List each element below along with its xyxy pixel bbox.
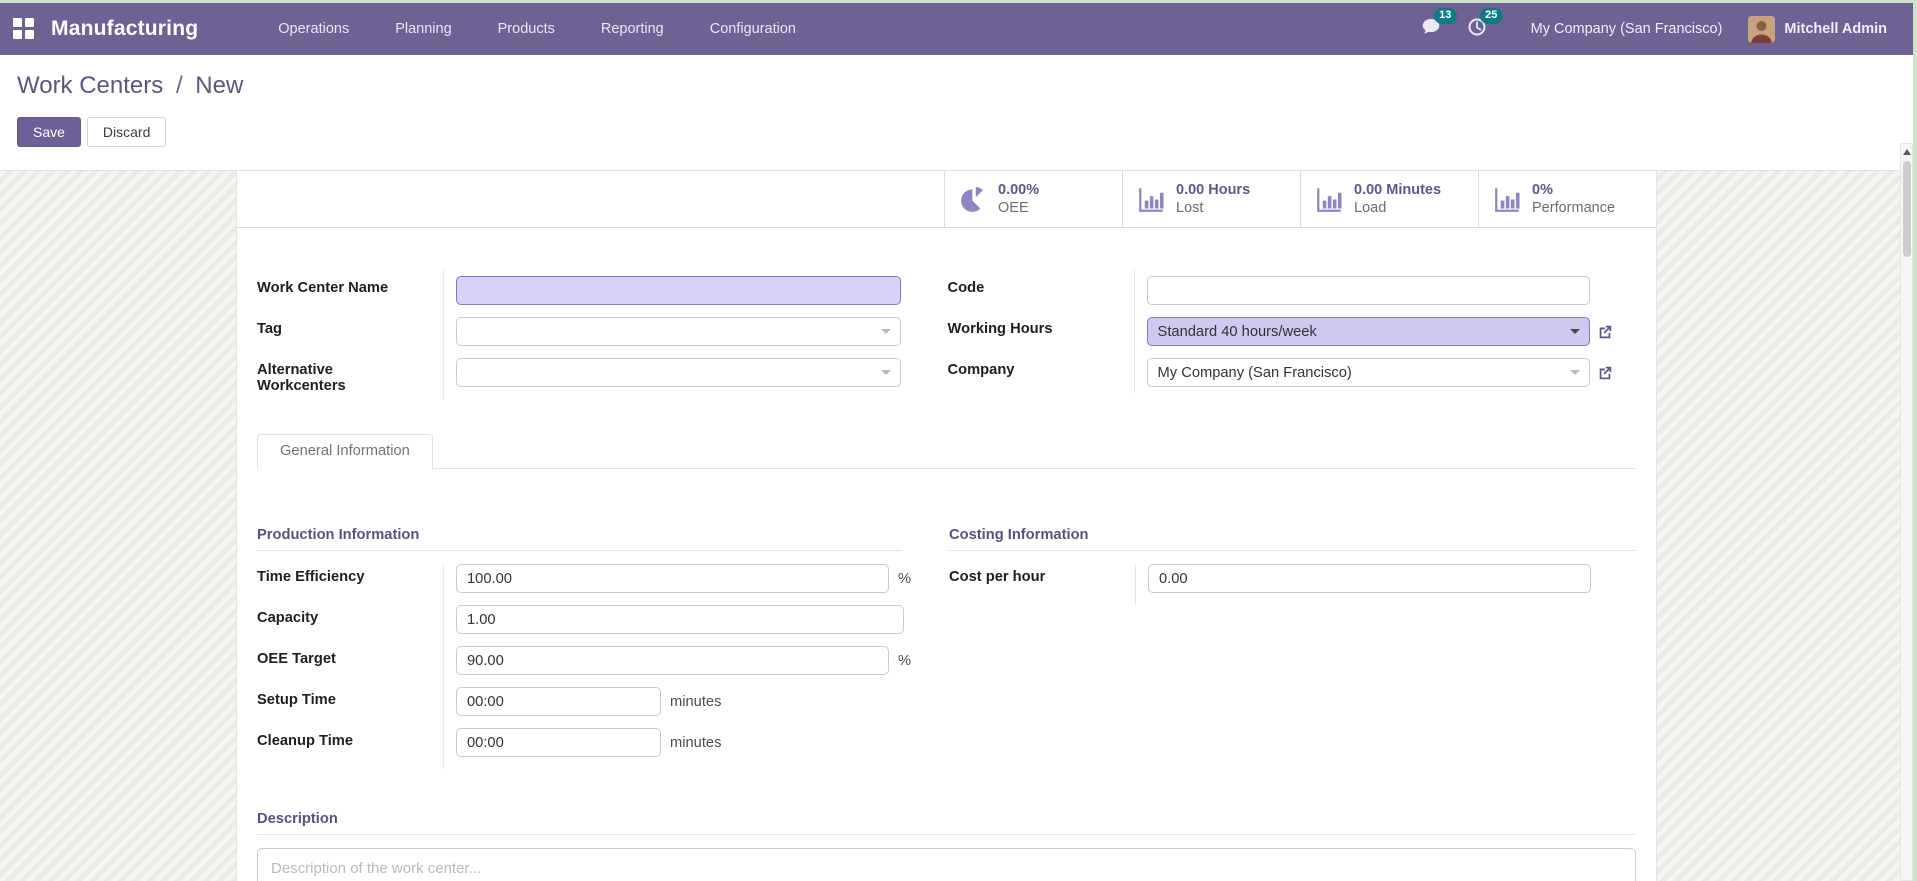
capacity-label: Capacity bbox=[257, 605, 443, 646]
capacity-input[interactable] bbox=[456, 605, 904, 634]
stat-performance-label: Performance bbox=[1532, 199, 1615, 217]
content-area: 0.00% OEE 0.00 Hours Lost bbox=[0, 170, 1917, 881]
discard-button[interactable]: Discard bbox=[87, 117, 166, 147]
messages-button[interactable]: 13 bbox=[1421, 17, 1441, 42]
setup-time-input[interactable] bbox=[456, 687, 661, 716]
description-title: Description bbox=[257, 811, 1636, 835]
vertical-scrollbar[interactable] bbox=[1900, 143, 1913, 881]
work-center-name-label: Work Center Name bbox=[257, 270, 443, 311]
description-section: Description bbox=[257, 811, 1636, 881]
stat-performance-value: 0% bbox=[1532, 181, 1615, 199]
main-menu: Operations Planning Products Reporting C… bbox=[276, 15, 798, 43]
menu-planning[interactable]: Planning bbox=[393, 15, 453, 43]
menu-operations[interactable]: Operations bbox=[276, 15, 351, 43]
oee-target-suffix: % bbox=[898, 653, 911, 669]
oee-target-input[interactable] bbox=[456, 646, 889, 675]
activities-count-badge: 25 bbox=[1480, 8, 1503, 24]
menu-products[interactable]: Products bbox=[496, 15, 557, 43]
stat-load-value: 0.00 Minutes bbox=[1354, 181, 1441, 199]
breadcrumb-work-centers[interactable]: Work Centers bbox=[17, 72, 163, 99]
alternative-workcenters-label: Alternative Workcenters bbox=[257, 352, 377, 400]
screen-edge-top bbox=[0, 0, 1917, 3]
apps-menu-icon[interactable] bbox=[13, 18, 35, 40]
app-title[interactable]: Manufacturing bbox=[51, 17, 198, 41]
user-name: Mitchell Admin bbox=[1784, 21, 1887, 37]
alternative-workcenters-input[interactable] bbox=[456, 358, 901, 387]
bar-chart-icon bbox=[1316, 186, 1343, 213]
scroll-up-arrow[interactable] bbox=[1901, 144, 1912, 159]
tag-input[interactable] bbox=[456, 317, 901, 346]
time-efficiency-input[interactable] bbox=[456, 564, 889, 593]
production-information-title: Production Information bbox=[257, 527, 902, 551]
costing-information-section: Costing Information Cost per hour bbox=[949, 527, 1636, 769]
code-input[interactable] bbox=[1147, 276, 1590, 305]
cost-per-hour-input[interactable] bbox=[1148, 564, 1591, 593]
stat-lost-value: 0.00 Hours bbox=[1176, 181, 1250, 199]
time-efficiency-label: Time Efficiency bbox=[257, 564, 443, 605]
company-switcher[interactable]: My Company (San Francisco) bbox=[1531, 21, 1723, 37]
form-fields: Work Center Name Tag Alternative Workcen… bbox=[237, 228, 1656, 881]
avatar bbox=[1748, 16, 1775, 43]
save-button[interactable]: Save bbox=[17, 117, 81, 147]
working-hours-label: Working Hours bbox=[948, 311, 1134, 352]
top-navbar: Manufacturing Operations Planning Produc… bbox=[0, 3, 1917, 55]
working-hours-external-link-icon[interactable] bbox=[1597, 324, 1613, 340]
breadcrumb-new: New bbox=[195, 72, 243, 99]
messages-count-badge: 13 bbox=[1434, 8, 1457, 24]
tag-label: Tag bbox=[257, 311, 443, 352]
scrollbar-thumb[interactable] bbox=[1903, 161, 1911, 257]
right-field-group: Code Working Hours bbox=[948, 270, 1636, 400]
stat-oee-label: OEE bbox=[998, 199, 1039, 217]
pie-chart-icon bbox=[960, 186, 987, 213]
activities-button[interactable]: 25 bbox=[1467, 17, 1487, 42]
navbar-right: 13 25 My Company (San Francisco) bbox=[1421, 16, 1887, 43]
code-label: Code bbox=[948, 270, 1134, 311]
cleanup-time-label: Cleanup Time bbox=[257, 728, 443, 769]
breadcrumb-separator: / bbox=[176, 72, 183, 99]
notebook-tabs: General Information bbox=[257, 434, 1636, 469]
general-information-page: Production Information Time Efficiency %… bbox=[257, 469, 1636, 881]
company-label: Company bbox=[948, 352, 1134, 393]
screen-edge-right bbox=[1913, 0, 1917, 881]
breadcrumb: Work Centers / New bbox=[17, 72, 243, 100]
setup-time-label: Setup Time bbox=[257, 687, 443, 728]
working-hours-select[interactable] bbox=[1147, 317, 1590, 346]
action-buttons: Save Discard bbox=[17, 117, 166, 147]
bar-chart-icon bbox=[1138, 186, 1165, 213]
menu-reporting[interactable]: Reporting bbox=[599, 15, 666, 43]
cleanup-time-input[interactable] bbox=[456, 728, 661, 757]
cleanup-time-suffix: minutes bbox=[670, 735, 721, 751]
setup-time-suffix: minutes bbox=[670, 694, 721, 710]
stat-performance-button[interactable]: 0% Performance bbox=[1478, 171, 1656, 227]
work-center-name-input[interactable] bbox=[456, 276, 901, 305]
stat-oee-button[interactable]: 0.00% OEE bbox=[944, 171, 1122, 227]
time-efficiency-suffix: % bbox=[898, 571, 911, 587]
stat-load-button[interactable]: 0.00 Minutes Load bbox=[1300, 171, 1478, 227]
left-field-group: Work Center Name Tag Alternative Workcen… bbox=[257, 270, 901, 400]
user-menu[interactable]: Mitchell Admin bbox=[1748, 16, 1887, 43]
oee-target-label: OEE Target bbox=[257, 646, 443, 687]
tab-general-information[interactable]: General Information bbox=[257, 434, 433, 469]
stat-oee-value: 0.00% bbox=[998, 181, 1039, 199]
manufacturing-work-center-form: Manufacturing Operations Planning Produc… bbox=[0, 0, 1917, 881]
stat-lost-label: Lost bbox=[1176, 199, 1250, 217]
stat-load-label: Load bbox=[1354, 199, 1441, 217]
description-textarea[interactable] bbox=[257, 848, 1636, 881]
bar-chart-icon bbox=[1494, 186, 1521, 213]
cost-per-hour-label: Cost per hour bbox=[949, 564, 1135, 605]
company-external-link-icon[interactable] bbox=[1597, 365, 1613, 381]
stat-button-row: 0.00% OEE 0.00 Hours Lost bbox=[237, 171, 1656, 228]
menu-configuration[interactable]: Configuration bbox=[708, 15, 798, 43]
production-information-section: Production Information Time Efficiency %… bbox=[257, 527, 902, 769]
company-select[interactable] bbox=[1147, 358, 1590, 387]
control-panel: Work Centers / New Save Discard bbox=[0, 55, 1917, 170]
stat-lost-button[interactable]: 0.00 Hours Lost bbox=[1122, 171, 1300, 227]
form-sheet: 0.00% OEE 0.00 Hours Lost bbox=[236, 171, 1657, 881]
costing-information-title: Costing Information bbox=[949, 527, 1636, 551]
